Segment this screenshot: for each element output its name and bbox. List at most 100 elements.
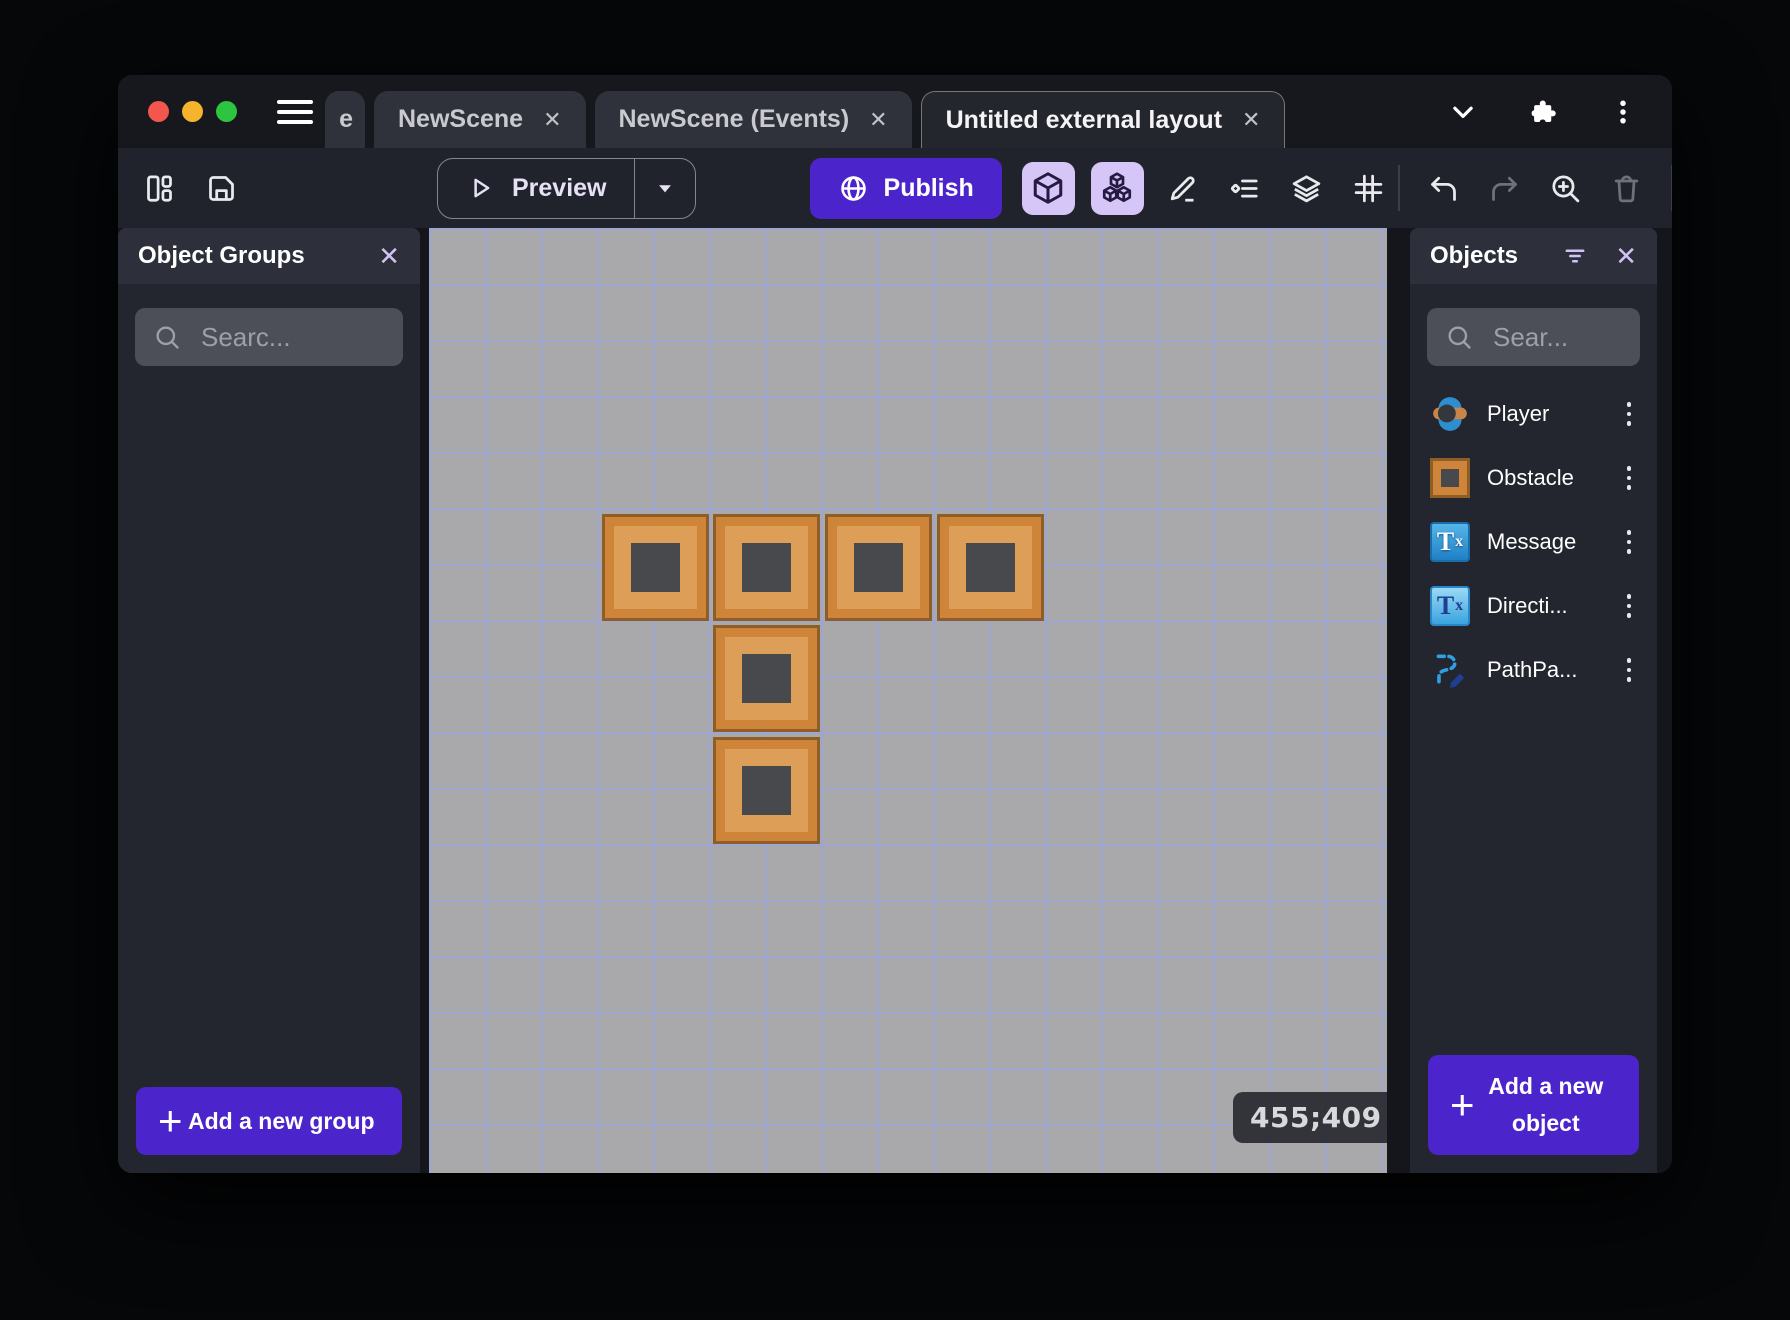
instances-list-button[interactable] xyxy=(1222,165,1268,211)
object-menu-button[interactable] xyxy=(1621,396,1638,432)
object-menu-button[interactable] xyxy=(1621,652,1638,688)
tab-close-icon[interactable]: ✕ xyxy=(1242,107,1260,133)
object-groups-panel: Object Groups ✕ + Add a new group xyxy=(118,228,420,1173)
search-icon xyxy=(1448,326,1471,349)
search-icon xyxy=(156,326,179,349)
redo-button[interactable] xyxy=(1482,165,1528,211)
add-object-label: Add a new object xyxy=(1488,1073,1604,1137)
cubes-icon xyxy=(1103,172,1132,203)
toggle-3d-view-button[interactable] xyxy=(1021,161,1075,215)
tab-close-icon[interactable]: ✕ xyxy=(869,107,887,133)
zoom-window-button[interactable] xyxy=(216,101,237,122)
caret-down-icon xyxy=(658,185,671,193)
globe-icon xyxy=(840,175,866,201)
tab-untitled-external-layout[interactable]: Untitled external layout ✕ xyxy=(920,91,1286,148)
editor-toolbar: Preview Publish xyxy=(118,148,1672,228)
open-panels-button[interactable] xyxy=(136,165,182,211)
grid-icon xyxy=(1355,174,1383,202)
cursor-coordinates-badge: 455;409 xyxy=(1233,1092,1387,1143)
toggle-instances-view-button[interactable] xyxy=(1090,161,1144,215)
player-object-icon xyxy=(1430,394,1470,434)
obstacle-instance[interactable] xyxy=(825,514,932,621)
object-name: PathPa... xyxy=(1487,657,1578,682)
tab-label: Untitled external layout xyxy=(945,105,1223,134)
traffic-lights xyxy=(148,101,237,122)
add-object-button[interactable]: + Add a new object xyxy=(1428,1055,1639,1155)
close-icon: ✕ xyxy=(1615,241,1637,271)
zoom-in-button[interactable] xyxy=(1543,165,1589,211)
app-window: e NewScene ✕ NewScene (Events) ✕ Untitle… xyxy=(118,75,1672,1173)
close-window-button[interactable] xyxy=(148,101,169,122)
undo-button[interactable] xyxy=(1421,165,1467,211)
close-object-groups-button[interactable]: ✕ xyxy=(378,243,400,269)
close-icon: ✕ xyxy=(378,241,400,271)
object-groups-header: Object Groups ✕ xyxy=(118,228,420,284)
preview-options-button[interactable] xyxy=(635,159,695,218)
plus-icon: + xyxy=(1450,1081,1475,1129)
obstacle-instance[interactable] xyxy=(713,514,820,621)
objects-search xyxy=(1427,308,1640,366)
tabs-overflow-button[interactable] xyxy=(1446,95,1480,129)
tab-close-icon[interactable]: ✕ xyxy=(543,107,561,133)
publish-label: Publish xyxy=(883,173,974,202)
scene-canvas[interactable]: 455;409 xyxy=(429,228,1387,1173)
object-groups-search xyxy=(135,308,403,366)
object-name: Obstacle xyxy=(1487,465,1574,490)
layers-icon xyxy=(1293,174,1321,202)
object-name: Player xyxy=(1487,401,1550,426)
plus-icon: + xyxy=(158,1097,183,1144)
objects-filter-button[interactable] xyxy=(1561,242,1589,270)
object-row-directions[interactable]: Tx Directi... xyxy=(1422,574,1645,638)
tab-newscene-events[interactable]: NewScene (Events) ✕ xyxy=(594,91,912,148)
title-bar: e NewScene ✕ NewScene (Events) ✕ Untitle… xyxy=(118,75,1672,148)
play-icon xyxy=(474,178,490,198)
edit-objects-button[interactable] xyxy=(1160,165,1206,211)
object-menu-button[interactable] xyxy=(1621,588,1638,624)
object-groups-title: Object Groups xyxy=(138,242,305,269)
tab-home-partial[interactable]: e xyxy=(325,91,365,148)
obstacle-instance[interactable] xyxy=(937,514,1044,621)
obstacle-instance[interactable] xyxy=(713,737,820,844)
main-menu-button[interactable] xyxy=(277,99,313,124)
layers-button[interactable] xyxy=(1284,165,1330,211)
obstacle-instance[interactable] xyxy=(602,514,709,621)
chevron-down-icon xyxy=(1453,106,1473,118)
object-menu-button[interactable] xyxy=(1621,460,1638,496)
object-row-obstacle[interactable]: Obstacle xyxy=(1422,446,1645,510)
window-menu-button[interactable] xyxy=(1606,95,1640,129)
preview-button[interactable]: Preview xyxy=(437,157,696,219)
toggle-grid-button[interactable] xyxy=(1346,165,1392,211)
objects-panel: Objects ✕ Player xyxy=(1410,228,1657,1173)
objects-title: Objects xyxy=(1430,242,1519,269)
object-menu-button[interactable] xyxy=(1621,524,1638,560)
save-button[interactable] xyxy=(198,165,244,211)
tab-label: NewScene (Events) xyxy=(618,105,850,133)
extensions-button[interactable] xyxy=(1526,95,1560,129)
add-group-label: Add a new group xyxy=(187,1107,375,1134)
tab-label: NewScene xyxy=(398,105,524,133)
object-row-player[interactable]: Player xyxy=(1422,382,1645,446)
object-groups-search-input[interactable] xyxy=(199,320,385,354)
delete-button[interactable] xyxy=(1604,165,1650,211)
obstacle-instance[interactable] xyxy=(713,625,820,732)
objects-search-input[interactable] xyxy=(1491,320,1622,354)
object-row-message[interactable]: Tx Message xyxy=(1422,510,1645,574)
publish-button[interactable]: Publish xyxy=(809,157,1002,219)
titlebar-actions xyxy=(1446,95,1640,129)
tab-newscene[interactable]: NewScene ✕ xyxy=(374,91,586,148)
panels-layout-icon xyxy=(146,174,172,202)
trash-icon xyxy=(1615,174,1639,202)
close-objects-button[interactable]: ✕ xyxy=(1615,243,1637,269)
add-group-button[interactable]: + Add a new group xyxy=(136,1087,402,1155)
undo-icon xyxy=(1431,176,1457,201)
minimize-window-button[interactable] xyxy=(182,101,203,122)
path-paint-object-icon xyxy=(1430,650,1470,690)
obstacle-object-icon xyxy=(1430,458,1470,498)
kebab-menu-icon xyxy=(1620,100,1626,123)
objects-list: Player Obstacle Tx Message T x Directi..… xyxy=(1410,382,1657,702)
tab-strip: e NewScene ✕ NewScene (Events) ✕ Untitle… xyxy=(325,91,1422,148)
pencil-icon xyxy=(1171,175,1195,202)
object-row-pathpaint[interactable]: PathPa... xyxy=(1422,638,1645,702)
message-text-object-icon: Tx xyxy=(1430,522,1470,562)
puzzle-icon xyxy=(1531,100,1556,122)
